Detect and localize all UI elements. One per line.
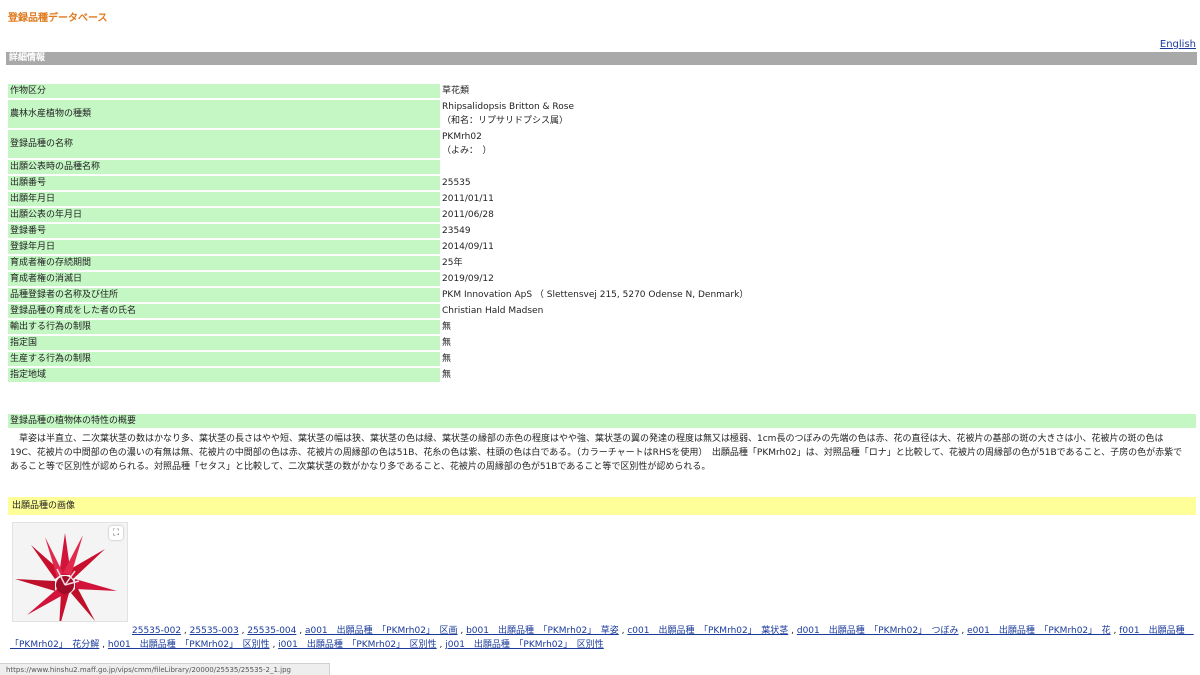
detail-key: 輸出する行為の制限	[8, 320, 440, 334]
detail-value-line2: （よみ： ）	[442, 146, 492, 156]
detail-key: 指定国	[8, 336, 440, 350]
image-link[interactable]: d001 出願品種 「PKMrh02」 つぼみ	[797, 626, 959, 636]
detail-row: 出願番号 25535	[8, 176, 1196, 190]
detail-row: 生産する行為の制限無	[8, 352, 1196, 366]
section-header-details: 詳細情報	[6, 52, 1197, 65]
image-link[interactable]: h001 出願品種 「PKMrh02」 区別性	[108, 640, 270, 650]
detail-key: 品種登録者の名称及び住所	[8, 288, 440, 302]
detail-value	[440, 160, 1196, 174]
detail-key: 出願年月日	[8, 192, 440, 206]
link-separator: ,	[788, 626, 797, 636]
site-title[interactable]: 登録品種データベース	[8, 9, 108, 24]
summary-text: 草姿は半直立、二次葉状茎の数はかなり多、葉状茎の長さはやや短、葉状茎の幅は狭、葉…	[10, 434, 1183, 472]
detail-key: 出願番号	[8, 176, 440, 190]
detail-key: 作物区分	[8, 84, 440, 98]
image-link[interactable]: 25535-004	[247, 626, 296, 636]
image-link[interactable]: c001 出願品種 「PKMrh02」 葉状茎	[627, 626, 788, 636]
english-language-link[interactable]: English	[1160, 39, 1196, 50]
detail-value: 無	[442, 322, 452, 332]
detail-row: 登録番号 23549	[8, 224, 1196, 238]
summary-header: 登録品種の植物体の特性の概要	[8, 414, 1196, 428]
link-separator: ,	[99, 640, 108, 650]
link-separator: ,	[436, 640, 446, 650]
detail-value: 草花類	[442, 86, 470, 96]
link-separator: ,	[296, 626, 305, 636]
detail-value-line1: Rhipsalidopsis Britton & Rose	[442, 102, 575, 112]
link-separator: ,	[1110, 626, 1120, 636]
detail-value: PKM Innovation ApS （ Slettensvej 215, 52…	[442, 290, 749, 300]
detail-key: 農林水産植物の種類	[8, 100, 440, 128]
detail-row: 作物区分 草花類	[8, 84, 1196, 98]
detail-row: 農林水産植物の種類 Rhipsalidopsis Britton & Rose （和…	[8, 100, 1196, 128]
detail-row: 育成者権の消滅日 2019/09/12	[8, 272, 1196, 286]
detail-key: 登録品種の名称	[8, 130, 440, 158]
detail-value: Christian Hald Madsen	[442, 306, 544, 316]
detail-value-line1: PKMrh02	[442, 132, 482, 142]
detail-value: 2011/06/28	[442, 210, 494, 220]
detail-row: 品種登録者の名称及び住所 PKM Innovation ApS （ Sletten…	[8, 288, 1196, 302]
image-links: 25535-002 , 25535-003 , 25535-004 , a001…	[10, 624, 1196, 652]
detail-row: 登録品種の育成をした者の氏名 Christian Hald Madsen	[8, 304, 1196, 318]
detail-key: 登録品種の育成をした者の氏名	[8, 304, 440, 318]
detail-key: 育成者権の消滅日	[8, 272, 440, 286]
detail-key: 出願公表の年月日	[8, 208, 440, 222]
detail-row: 育成者権の存続期間 25年	[8, 256, 1196, 270]
image-link-list: 25535-002 , 25535-003 , 25535-004 , a001…	[10, 626, 1194, 650]
detail-row: 出願年月日 2011/01/11	[8, 192, 1196, 206]
link-separator: ,	[269, 640, 279, 650]
detail-row: 出願公表時の品種名称	[8, 160, 1196, 174]
detail-row: 指定国無	[8, 336, 1196, 350]
detail-key: 登録番号	[8, 224, 440, 238]
detail-value: 25535	[442, 178, 471, 188]
detail-value: 25年	[442, 258, 463, 268]
detail-value: 23549	[442, 226, 471, 236]
detail-value: Rhipsalidopsis Britton & Rose （和名：リプサリドプシ…	[440, 100, 1196, 128]
image-link[interactable]: 25535-003	[190, 626, 239, 636]
detail-key: 登録年月日	[8, 240, 440, 254]
detail-value: 2011/01/11	[442, 194, 494, 204]
link-separator: ,	[457, 626, 467, 636]
image-link[interactable]: j001 出願品種 「PKMrh02」 区別性	[445, 640, 603, 650]
detail-value: 2014/09/11	[442, 242, 494, 252]
detail-value: 2019/09/12	[442, 274, 494, 284]
detail-key: 指定地域	[8, 368, 440, 382]
link-separator: ,	[181, 626, 190, 636]
detail-row: 登録品種の名称 PKMrh02 （よみ： ）	[8, 130, 1196, 158]
detail-key: 生産する行為の制限	[8, 352, 440, 366]
detail-value: PKMrh02 （よみ： ）	[440, 130, 1196, 158]
expand-icon[interactable]: ⛶	[109, 526, 123, 540]
image-link[interactable]: e001 出願品種 「PKMrh02」 花	[967, 626, 1111, 636]
flower-thumbnail[interactable]: ⛶	[12, 522, 128, 622]
detail-value-line2: （和名：リプサリドプシス属）	[442, 116, 569, 126]
image-link[interactable]: a001 出願品種 「PKMrh02」 区画	[305, 626, 458, 636]
image-link[interactable]: b001 出願品種 「PKMrh02」 草姿	[466, 626, 619, 636]
detail-row: 輸出する行為の制限無	[8, 320, 1196, 334]
detail-value: 無	[442, 338, 452, 348]
detail-row: 出願公表の年月日 2011/06/28	[8, 208, 1196, 222]
detail-value: 無	[442, 354, 452, 364]
detail-row: 登録年月日 2014/09/11	[8, 240, 1196, 254]
image-section-header: 出願品種の画像	[8, 497, 1196, 515]
detail-key: 出願公表時の品種名称	[8, 160, 440, 174]
image-link[interactable]: i001 出願品種 「PKMrh02」 区別性	[278, 640, 436, 650]
image-link[interactable]: 25535-002	[132, 626, 181, 636]
detail-key: 育成者権の存続期間	[8, 256, 440, 270]
detail-value: 無	[442, 370, 452, 380]
details-table: 作物区分 草花類 農林水産植物の種類 Rhipsalidopsis Britton &…	[8, 82, 1196, 384]
detail-row: 指定地域無	[8, 368, 1196, 382]
browser-status-bar: https://www.hinshu2.maff.go.jp/vips/cmm/…	[0, 663, 330, 675]
link-separator: ,	[958, 626, 968, 636]
